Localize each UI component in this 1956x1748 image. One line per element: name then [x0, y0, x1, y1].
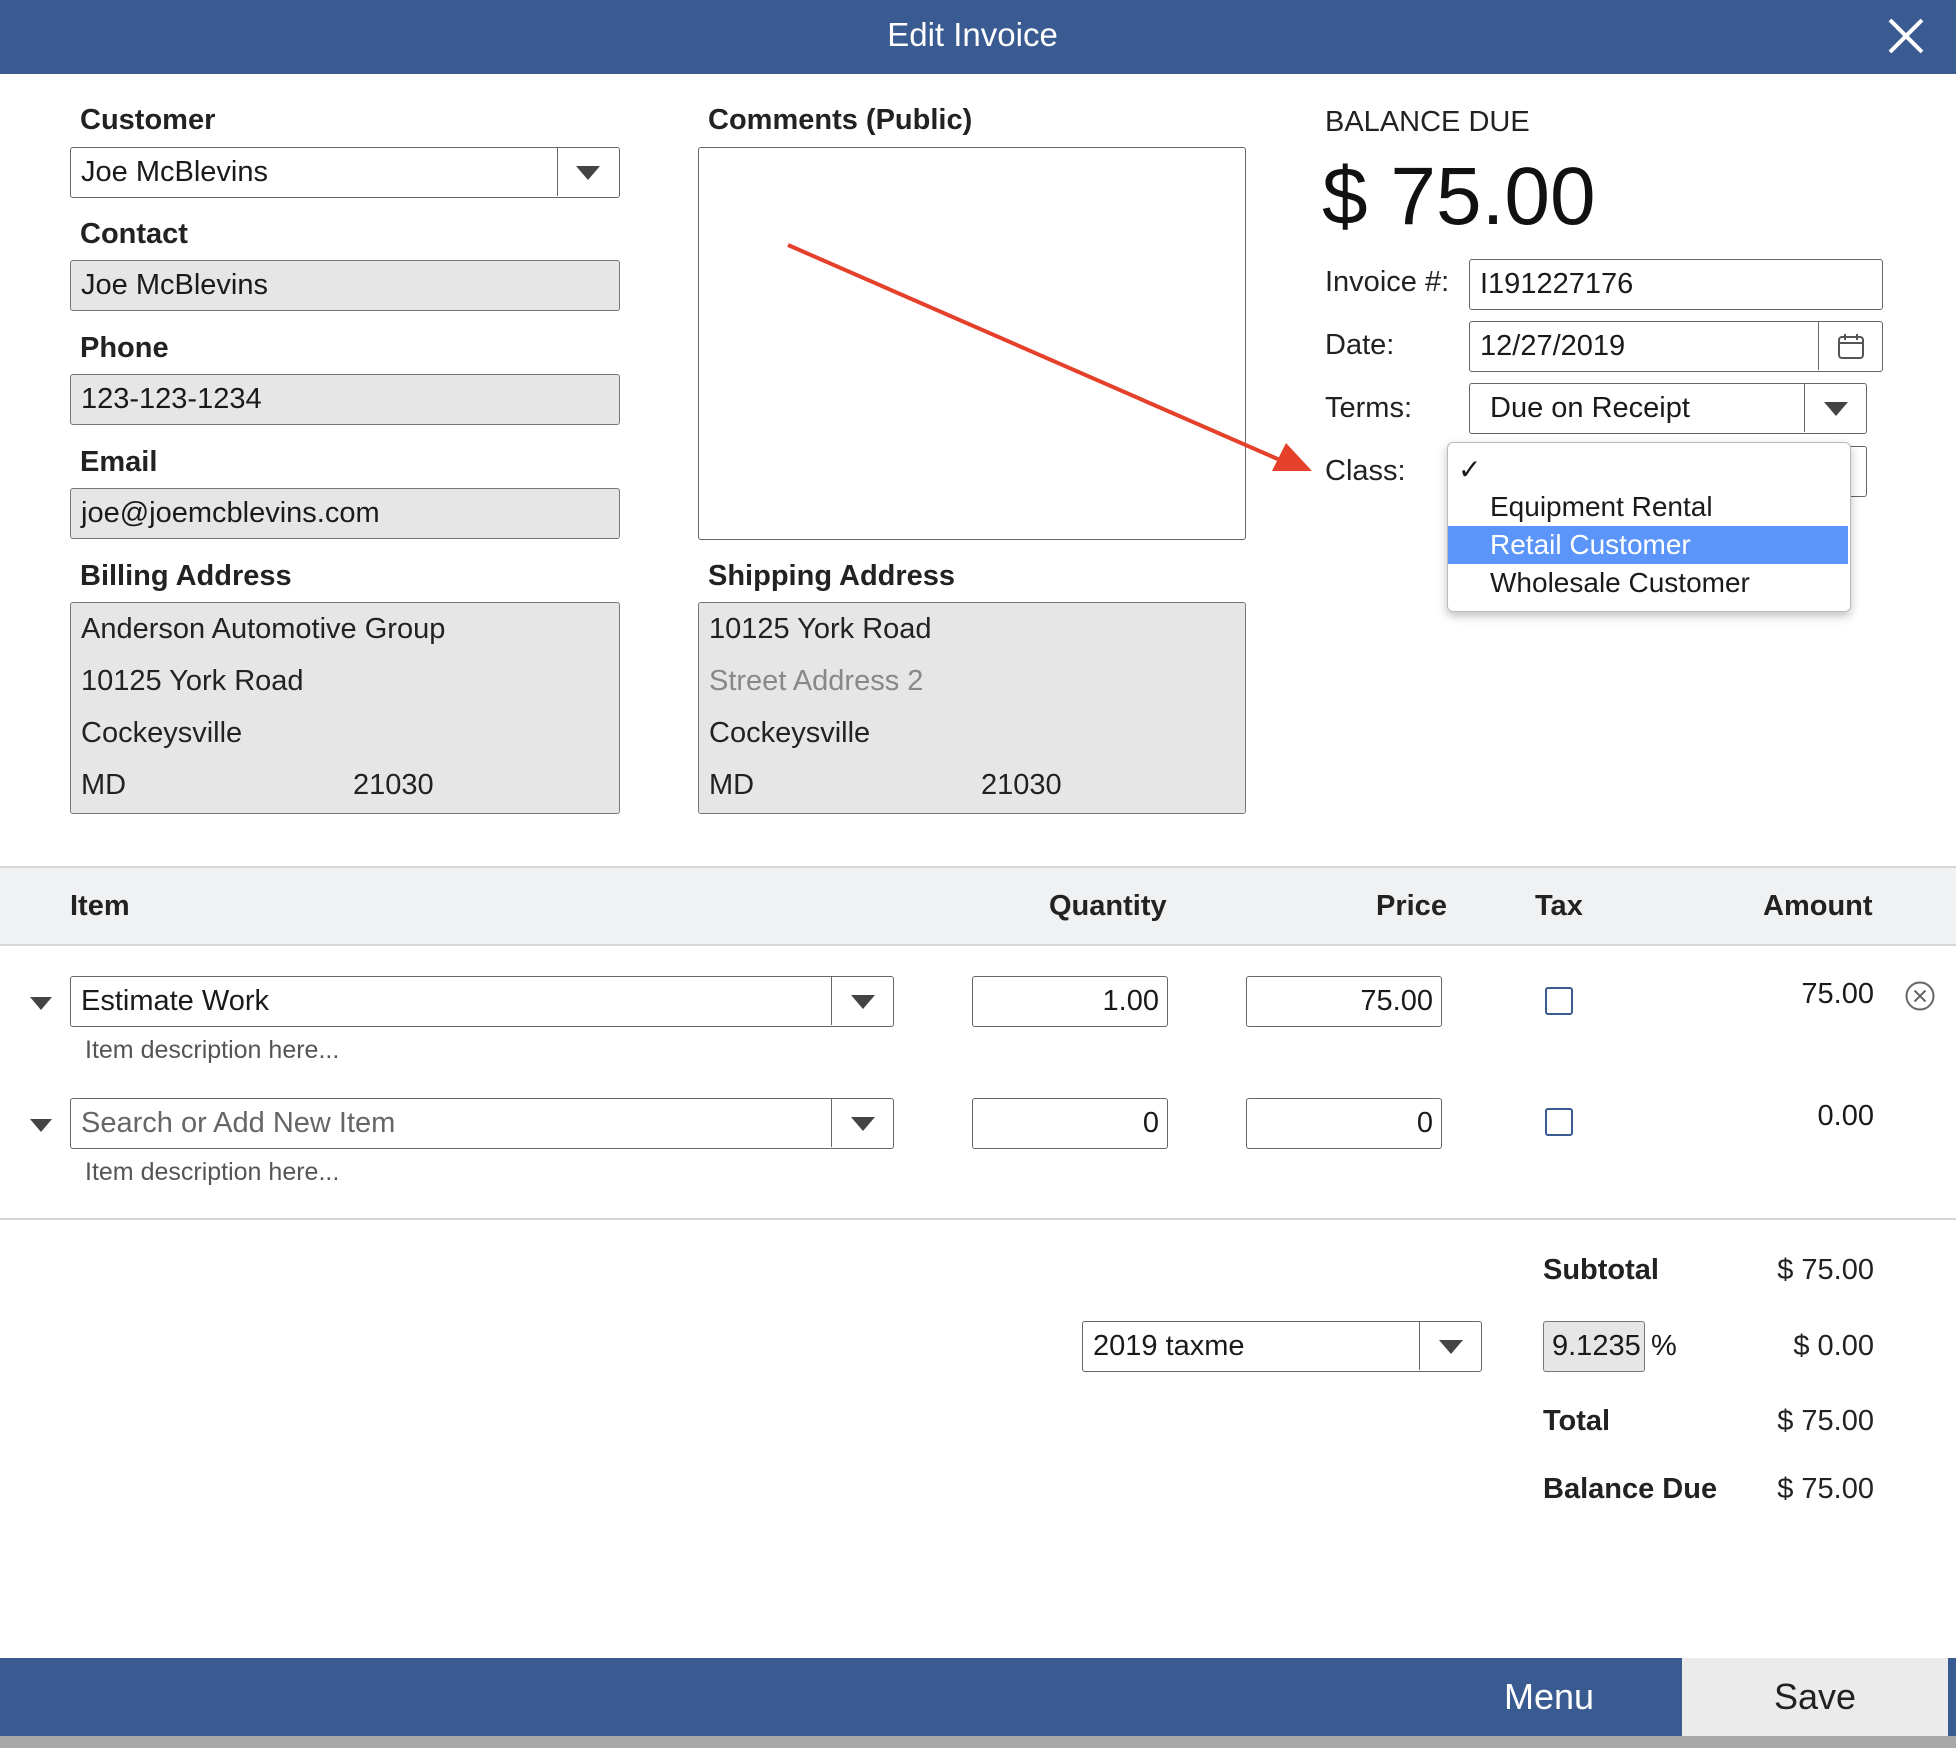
terms-dropdown-button[interactable] [1804, 384, 1866, 432]
total-label: Total [1543, 1405, 1611, 1437]
customer-select[interactable]: Joe McBlevins [70, 147, 620, 198]
amount-value-row2: 0.00 [1817, 1100, 1874, 1132]
item-value-row1: Estimate Work [81, 985, 270, 1017]
tax-percent-field[interactable]: 9.1235 [1543, 1321, 1645, 1372]
date-value: 12/27/2019 [1480, 330, 1626, 362]
contact-label: Contact [80, 218, 188, 250]
billing-city[interactable]: Cockeysville [81, 717, 242, 750]
calendar-icon [1838, 334, 1864, 359]
billing-address-label: Billing Address [80, 560, 292, 592]
price-field-row2[interactable]: 0 [1246, 1098, 1442, 1149]
chevron-down-icon [1439, 1340, 1463, 1354]
remove-row-icon[interactable] [1904, 980, 1936, 1012]
subtotal-value: $ 75.00 [1777, 1254, 1874, 1286]
calendar-button[interactable] [1818, 322, 1882, 370]
terms-select[interactable]: Due on Receipt [1469, 383, 1867, 434]
checkmark-icon: ✓ [1458, 454, 1482, 485]
shipping-line2[interactable]: Street Address 2 [709, 665, 923, 698]
shipping-city[interactable]: Cockeysville [709, 717, 870, 750]
balance-due-total-label: Balance Due [1543, 1473, 1718, 1505]
terms-value: Due on Receipt [1490, 392, 1690, 424]
customer-value: Joe McBlevins [81, 156, 268, 188]
column-header-tax: Tax [1535, 890, 1583, 922]
billing-zip[interactable]: 21030 [353, 769, 434, 802]
phone-label: Phone [80, 332, 169, 364]
class-option-wholesale-customer[interactable]: Wholesale Customer [1448, 564, 1848, 602]
tax-rate-name: 2019 taxme [1093, 1330, 1245, 1362]
dialog-title: Edit Invoice [887, 16, 1058, 53]
billing-state[interactable]: MD [81, 769, 126, 802]
quantity-field-row1[interactable]: 1.00 [972, 976, 1168, 1027]
chevron-down-icon [576, 166, 600, 180]
item-dropdown-button-row2[interactable] [831, 1099, 893, 1147]
shipping-state[interactable]: MD [709, 769, 754, 802]
item-description-row1[interactable]: Item description here... [85, 1036, 339, 1065]
percent-sign: % [1651, 1330, 1677, 1362]
email-label: Email [80, 446, 158, 478]
shipping-zip[interactable]: 21030 [981, 769, 1062, 802]
item-select-row2[interactable]: Search or Add New Item [70, 1098, 894, 1149]
quantity-field-row2[interactable]: 0 [972, 1098, 1168, 1149]
contact-field[interactable]: Joe McBlevins [70, 260, 620, 311]
item-dropdown-button-row1[interactable] [831, 977, 893, 1025]
subtotal-label: Subtotal [1543, 1254, 1659, 1286]
shipping-line1[interactable]: 10125 York Road [709, 613, 932, 646]
annotation-arrow [787, 243, 1312, 471]
item-placeholder-row2: Search or Add New Item [81, 1107, 396, 1139]
item-description-row2[interactable]: Item description here... [85, 1158, 339, 1187]
shipping-address-box[interactable]: 10125 York Road Street Address 2 Cockeys… [698, 602, 1246, 814]
tax-checkbox-row2[interactable] [1545, 1108, 1573, 1136]
column-header-price: Price [1376, 890, 1447, 922]
close-icon[interactable] [1884, 14, 1928, 58]
class-option-retail-customer[interactable]: Retail Customer [1448, 526, 1848, 564]
balance-due-total-value: $ 75.00 [1777, 1473, 1874, 1505]
terms-label: Terms: [1325, 392, 1412, 424]
row-expand-icon[interactable] [30, 997, 52, 1010]
amount-value-row1: 75.00 [1801, 978, 1874, 1010]
bottom-edge [0, 1736, 1956, 1748]
save-button[interactable]: Save [1682, 1658, 1948, 1736]
balance-due-label: BALANCE DUE [1325, 106, 1530, 138]
class-dropdown-list: ✓ Equipment Rental Retail Customer Whole… [1447, 442, 1851, 612]
shipping-address-label: Shipping Address [708, 560, 956, 592]
line-items-header [0, 866, 1956, 946]
invoice-number-field[interactable]: I191227176 [1469, 259, 1883, 310]
invoice-number-label: Invoice #: [1325, 266, 1450, 298]
email-field[interactable]: joe@joemcblevins.com [70, 488, 620, 539]
row-divider [0, 1218, 1956, 1220]
customer-dropdown-button[interactable] [557, 148, 619, 196]
tax-rate-select[interactable]: 2019 taxme [1082, 1321, 1482, 1372]
comments-label: Comments (Public) [708, 104, 973, 136]
chevron-down-icon [851, 1117, 875, 1131]
item-select-row1[interactable]: Estimate Work [70, 976, 894, 1027]
row-expand-icon[interactable] [30, 1119, 52, 1132]
balance-due-amount: $ 75.00 [1322, 151, 1596, 242]
menu-button[interactable]: Menu [1424, 1658, 1674, 1736]
tax-checkbox-row1[interactable] [1545, 987, 1573, 1015]
class-option-none[interactable]: ✓ [1448, 451, 1848, 489]
customer-label: Customer [80, 104, 216, 136]
column-header-amount: Amount [1763, 890, 1873, 922]
column-header-quantity: Quantity [1049, 890, 1167, 922]
date-field[interactable]: 12/27/2019 [1469, 321, 1883, 372]
price-field-row1[interactable]: 75.00 [1246, 976, 1442, 1027]
date-label: Date: [1325, 329, 1395, 361]
column-header-item: Item [70, 890, 130, 922]
tax-rate-dropdown-button[interactable] [1419, 1322, 1481, 1370]
total-value: $ 75.00 [1777, 1405, 1874, 1437]
tax-amount-value: $ 0.00 [1793, 1330, 1874, 1362]
billing-line1[interactable]: Anderson Automotive Group [81, 613, 445, 646]
class-option-equipment-rental[interactable]: Equipment Rental [1448, 488, 1848, 526]
class-label: Class: [1325, 455, 1406, 487]
phone-field[interactable]: 123-123-1234 [70, 374, 620, 425]
billing-line2[interactable]: 10125 York Road [81, 665, 304, 698]
chevron-down-icon [851, 995, 875, 1009]
chevron-down-icon [1824, 402, 1848, 416]
billing-address-box[interactable]: Anderson Automotive Group 10125 York Roa… [70, 602, 620, 814]
